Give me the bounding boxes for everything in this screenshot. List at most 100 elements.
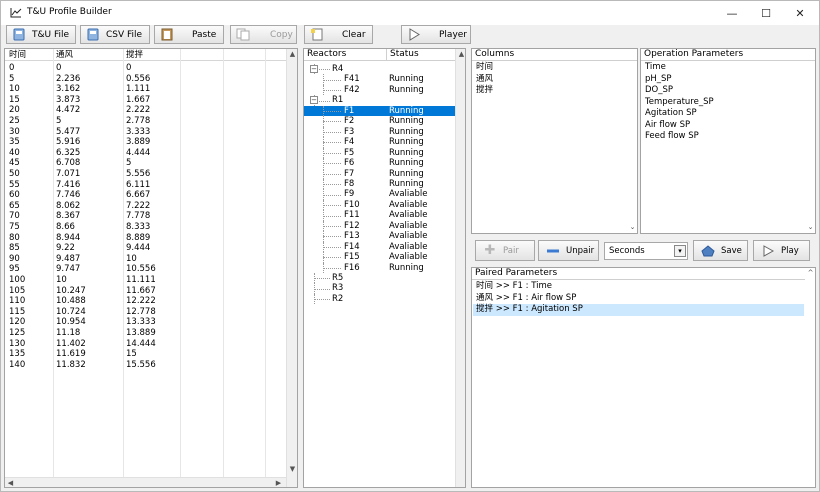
table-cell[interactable]: 5 <box>56 116 61 127</box>
table-cell[interactable]: 12.778 <box>126 307 156 318</box>
tree-node-fermenter[interactable]: F4 Running <box>304 137 455 148</box>
table-cell[interactable]: 9.487 <box>56 254 80 265</box>
paired-item[interactable]: 通风 >> F1 : Air flow SP <box>476 293 576 305</box>
scroll-right-icon[interactable]: ▶ <box>273 478 284 487</box>
table-cell[interactable]: 3.873 <box>56 95 80 106</box>
table-cell[interactable]: 55 <box>9 180 20 191</box>
status-column-header[interactable]: Status <box>387 49 456 61</box>
paired-parameters-list[interactable]: Paired Parameters 时间 >> F1 : Time 通风 >> F… <box>471 267 816 488</box>
table-row[interactable]: 120 10.954 13.333 <box>5 317 286 328</box>
table-cell[interactable]: 3.889 <box>126 137 150 148</box>
table-cell[interactable]: 12.222 <box>126 296 156 307</box>
scroll-left-icon[interactable]: ◀ <box>5 478 16 487</box>
play-button[interactable]: Play <box>753 240 810 261</box>
table-cell[interactable]: 135 <box>9 349 25 360</box>
tree-node-fermenter[interactable]: F8 Running <box>304 178 455 190</box>
table-cell[interactable]: 10 <box>9 84 20 95</box>
table-cell[interactable]: 2.778 <box>126 116 150 127</box>
save-button[interactable]: Save <box>693 240 748 261</box>
chevron-down-icon[interactable]: ▾ <box>674 245 686 257</box>
tree-node-fermenter[interactable]: F15 Avaliable <box>304 252 455 263</box>
table-cell[interactable]: 1.667 <box>126 95 150 106</box>
table-cell[interactable]: 13.889 <box>126 328 156 339</box>
table-cell[interactable]: 0 <box>56 63 61 74</box>
table-row[interactable]: 85 9.22 9.444 <box>5 243 286 254</box>
table-cell[interactable]: 11.402 <box>56 339 86 350</box>
table-cell[interactable]: 120 <box>9 317 25 328</box>
table-cell[interactable]: 10.488 <box>56 296 86 307</box>
table-row[interactable]: 10 3.162 1.111 <box>5 84 286 95</box>
table-row[interactable]: 45 6.708 5 <box>5 158 286 169</box>
table-row[interactable]: 110 10.488 12.222 <box>5 296 286 307</box>
columns-list[interactable]: Columns 时间 通风 搅拌 ⌄ <box>471 48 638 234</box>
table-cell[interactable]: 10 <box>126 254 137 265</box>
column-header[interactable]: 通风 <box>56 50 73 61</box>
vertical-scrollbar[interactable]: ▲ <box>455 49 465 487</box>
reactors-column-header[interactable]: Reactors <box>304 49 387 61</box>
table-cell[interactable]: 11.18 <box>56 328 80 339</box>
list-item[interactable]: Temperature_SP <box>645 97 714 109</box>
table-cell[interactable]: 14.444 <box>126 339 156 350</box>
table-cell[interactable]: 6.325 <box>56 148 80 159</box>
table-row[interactable]: 75 8.66 8.333 <box>5 222 286 233</box>
table-cell[interactable]: 11.619 <box>56 349 86 360</box>
operation-parameters-list[interactable]: Operation Parameters Time pH_SP DO_SP Tempe… <box>640 48 816 234</box>
table-cell[interactable]: 4.472 <box>56 105 80 116</box>
table-cell[interactable]: 5.477 <box>56 127 80 138</box>
table-cell[interactable]: 9.747 <box>56 264 80 275</box>
table-cell[interactable]: 25 <box>9 116 20 127</box>
table-row[interactable]: 20 4.472 2.222 <box>5 105 286 116</box>
table-cell[interactable]: 3.333 <box>126 127 150 138</box>
list-item[interactable]: 通风 <box>476 74 493 86</box>
table-row[interactable]: 100 10 11.111 <box>5 275 286 286</box>
table-row[interactable]: 60 7.746 6.667 <box>5 190 286 201</box>
table-cell[interactable]: 1.111 <box>126 84 150 95</box>
table-cell[interactable]: 7.416 <box>56 180 80 191</box>
table-cell[interactable]: 45 <box>9 158 20 169</box>
list-item[interactable]: Agitation SP <box>645 108 697 120</box>
column-header[interactable]: 搅拌 <box>126 50 143 61</box>
time-unit-select[interactable]: Seconds ▾ <box>604 242 688 260</box>
horizontal-scrollbar[interactable]: ◀ ▶ <box>5 477 286 487</box>
table-cell[interactable]: 10.724 <box>56 307 86 318</box>
table-cell[interactable]: 20 <box>9 105 20 116</box>
copy-button[interactable]: Copy <box>230 25 297 44</box>
tree-node-reactor[interactable]: R5 <box>304 273 455 284</box>
list-item[interactable]: Feed flow SP <box>645 131 699 143</box>
table-cell[interactable]: 65 <box>9 201 20 212</box>
table-cell[interactable]: 10.247 <box>56 286 86 297</box>
table-cell[interactable]: 13.333 <box>126 317 156 328</box>
table-cell[interactable]: 8.333 <box>126 222 150 233</box>
tree-node-reactor[interactable]: − R4 <box>304 64 455 75</box>
table-cell[interactable]: 11.111 <box>126 275 156 286</box>
pair-button[interactable]: ✚ Pair <box>475 240 535 261</box>
table-row[interactable]: 90 9.487 10 <box>5 254 286 265</box>
table-cell[interactable]: 8.889 <box>126 233 150 244</box>
table-cell[interactable]: 2.236 <box>56 74 80 85</box>
table-row[interactable]: 140 11.832 15.556 <box>5 360 286 371</box>
table-cell[interactable]: 5.556 <box>126 169 150 180</box>
list-item[interactable]: DO_SP <box>645 85 673 97</box>
table-cell[interactable]: 0 <box>9 63 14 74</box>
column-header[interactable]: 时间 <box>9 50 26 61</box>
table-row[interactable]: 25 5 2.778 <box>5 116 286 127</box>
table-cell[interactable]: 100 <box>9 275 25 286</box>
table-cell[interactable]: 75 <box>9 222 20 233</box>
tree-node-fermenter[interactable]: F1 Running <box>304 105 455 117</box>
table-cell[interactable]: 35 <box>9 137 20 148</box>
table-row[interactable]: 70 8.367 7.778 <box>5 211 286 222</box>
reactors-tree[interactable]: Reactors Status − R4 F41 Running F42 Running −… <box>303 48 466 488</box>
table-cell[interactable]: 5 <box>126 158 131 169</box>
table-cell[interactable]: 8.66 <box>56 222 75 233</box>
tree-node-fermenter[interactable]: F42 Running <box>304 84 455 96</box>
table-row[interactable]: 15 3.873 1.667 <box>5 95 286 106</box>
table-row[interactable]: 65 8.062 7.222 <box>5 201 286 212</box>
table-row[interactable]: 30 5.477 3.333 <box>5 127 286 138</box>
data-table[interactable]: 时间 通风 搅拌 0 0 0 5 2.236 0.556 10 3.162 1.111 15 3.8… <box>4 48 298 488</box>
scroll-down-icon[interactable]: ▼ <box>287 464 297 475</box>
scroll-up-icon[interactable]: ▲ <box>287 49 297 60</box>
table-row[interactable]: 40 6.325 4.444 <box>5 148 286 159</box>
tree-node-fermenter[interactable]: F12 Avaliable <box>304 220 455 232</box>
tree-node-reactor[interactable]: R2 <box>304 293 455 305</box>
table-cell[interactable]: 125 <box>9 328 25 339</box>
